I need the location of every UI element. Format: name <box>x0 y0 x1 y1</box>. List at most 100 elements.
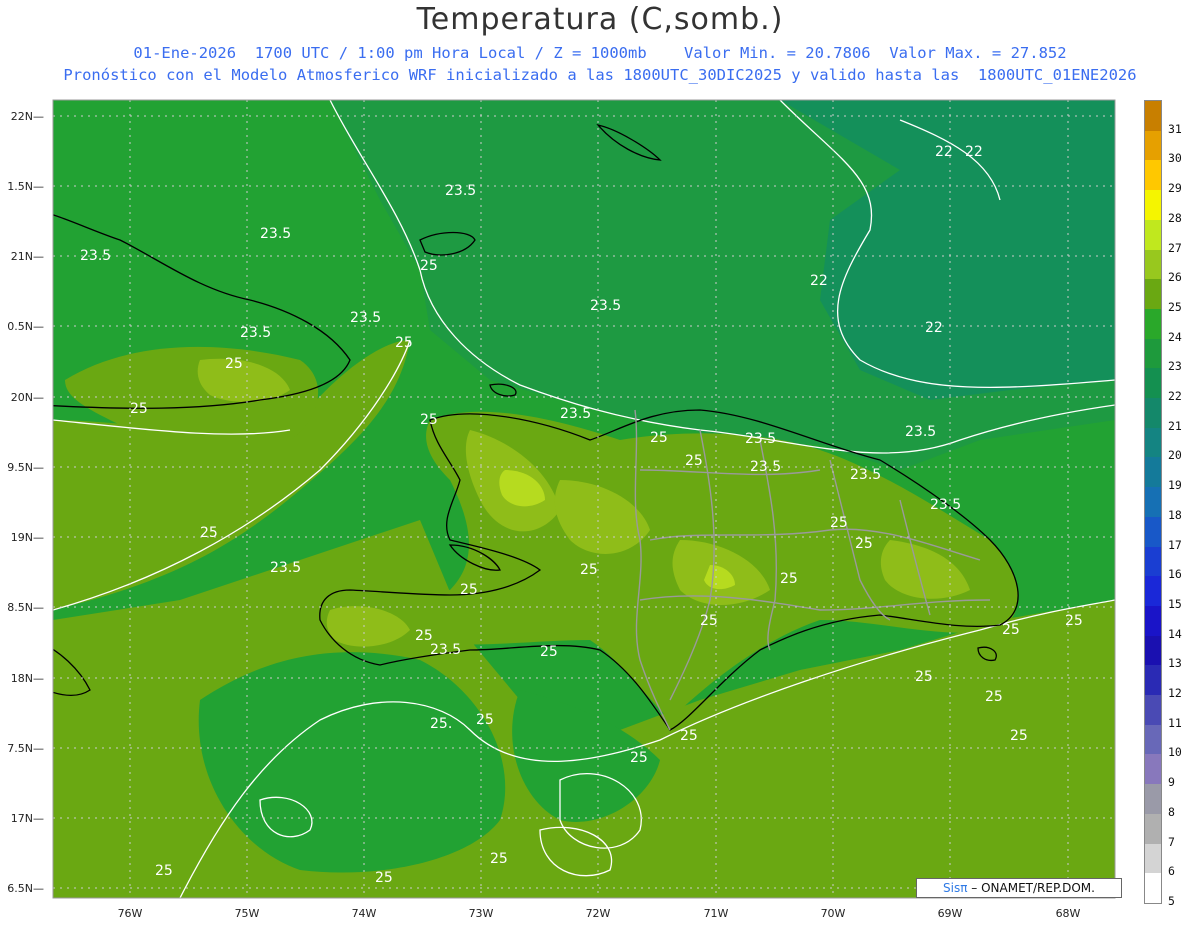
colorbar-cell <box>1145 784 1161 815</box>
contour-label: 25 <box>1065 613 1083 629</box>
contour-label: 23.5 <box>930 497 961 513</box>
contour-label: 22 <box>935 144 953 160</box>
colorbar-cell <box>1145 576 1161 607</box>
colorbar-cell <box>1145 160 1161 191</box>
contour-label: 25 <box>225 356 243 372</box>
contour-label: 23.5 <box>80 248 111 264</box>
lon-label: 73W <box>469 907 494 920</box>
contour-label: 25 <box>1002 622 1020 638</box>
credit-box: Sisπ – ONAMET/REP.DOM. <box>916 878 1122 898</box>
colorbar-label: 5 <box>1168 894 1175 908</box>
contour-label: 25 <box>155 863 173 879</box>
lat-label: 7.5N— <box>7 742 44 755</box>
lat-label: 18N— <box>11 672 44 685</box>
colorbar-label: 24 <box>1168 329 1182 344</box>
contour-label: 25 <box>490 851 508 867</box>
colorbar-label: 18 <box>1168 507 1182 522</box>
colorbar-cell <box>1145 695 1161 726</box>
contour-label: 25 <box>700 613 718 629</box>
contour-label: 25 <box>395 335 413 351</box>
colorbar-label: 26 <box>1168 270 1182 285</box>
contour-label: 25 <box>375 870 393 886</box>
contour-label: 23.5 <box>260 226 291 242</box>
colorbar-label: 22 <box>1168 389 1182 404</box>
lat-label: 20N— <box>11 391 44 404</box>
contour-label: 25. <box>430 716 452 732</box>
lon-label: 68W <box>1056 907 1081 920</box>
lat-label: 1.5N— <box>7 180 44 193</box>
contour-label: 25 <box>130 401 148 417</box>
contour-label: 25 <box>650 430 668 446</box>
contour-label: 23.5 <box>240 325 271 341</box>
lat-label: 9.5N— <box>7 461 44 474</box>
colorbar-label: 13 <box>1168 656 1182 671</box>
colorbar-cell <box>1145 368 1161 399</box>
colorbar-cell <box>1145 843 1161 874</box>
contour-label: 23.5 <box>850 467 881 483</box>
longitude-labels: 76W 75W 74W 73W 72W 71W 70W 69W 68W <box>118 907 1081 920</box>
colorbar-cell <box>1145 665 1161 696</box>
colorbar-label: 31 <box>1168 121 1182 136</box>
lat-label: 21N— <box>11 250 44 263</box>
latitude-labels: 22N— 1.5N— 21N— 0.5N— 20N— 9.5N— 19N— 8.5N— 18N—… <box>7 110 44 895</box>
colorbar-cell <box>1145 724 1161 755</box>
colorbar-label: 29 <box>1168 181 1182 196</box>
colorbar-cell <box>1145 605 1161 637</box>
colorbar-label: 17 <box>1168 537 1182 552</box>
colorbar-label: 7 <box>1168 834 1175 849</box>
contour-label: 22 <box>965 144 983 160</box>
contour-label: 25 <box>476 712 494 728</box>
contour-label: 25 <box>915 669 933 685</box>
map-panel: 76W 75W 74W 73W 72W 71W 70W 69W 68W 22N— 1.5N— 21N… <box>7 99 1116 920</box>
colorbar-cell <box>1145 338 1161 369</box>
colorbar-label: 27 <box>1168 240 1182 255</box>
contour-label: 22 <box>810 273 828 289</box>
lon-label: 76W <box>118 907 143 920</box>
contour-label: 25 <box>780 571 798 587</box>
colorbar-cell <box>1145 249 1161 280</box>
contour-label: 25 <box>420 412 438 428</box>
colorbar-label: 8 <box>1168 804 1175 819</box>
contour-label: 25 <box>420 258 438 274</box>
lon-label: 70W <box>821 907 846 920</box>
colorbar-cell <box>1145 457 1161 488</box>
colorbar-label: 25 <box>1168 299 1182 314</box>
contour-label: 25 <box>630 750 648 766</box>
colorbar <box>1144 100 1162 904</box>
contour-label: 25 <box>200 525 218 541</box>
contour-label: 25 <box>460 582 478 598</box>
lon-label: 75W <box>235 907 260 920</box>
colorbar-label: 6 <box>1168 864 1175 879</box>
contour-label: 22 <box>925 320 943 336</box>
colorbar-label: 9 <box>1168 775 1175 790</box>
contour-label: 25 <box>1010 728 1028 744</box>
colorbar-cell <box>1145 546 1161 577</box>
colorbar-label: 19 <box>1168 478 1182 493</box>
lat-label: 8.5N— <box>7 601 44 614</box>
colorbar-cell <box>1145 813 1161 845</box>
contour-label: 23.5 <box>350 310 381 326</box>
contour-label: 23.5 <box>750 459 781 475</box>
credit-text: – ONAMET/REP.DOM. <box>967 881 1095 895</box>
colorbar-cell <box>1145 130 1161 161</box>
lat-label: 0.5N— <box>7 320 44 333</box>
contour-label: 23.5 <box>445 183 476 199</box>
colorbar-cell <box>1145 427 1161 458</box>
contour-label: 25 <box>415 628 433 644</box>
contour-label: 23.5 <box>430 642 461 658</box>
lon-label: 74W <box>352 907 377 920</box>
colorbar-cell <box>1145 101 1161 132</box>
colorbar-cell <box>1145 190 1161 221</box>
contour-label: 23.5 <box>745 431 776 447</box>
contour-label: 23.5 <box>905 424 936 440</box>
colorbar-label: 21 <box>1168 418 1182 433</box>
colorbar-cell <box>1145 754 1161 785</box>
lat-label: 6.5N— <box>7 882 44 895</box>
contour-label: 23.5 <box>270 560 301 576</box>
contour-label: 23.5 <box>560 406 591 422</box>
colorbar-label: 30 <box>1168 151 1182 166</box>
contour-label: 25 <box>680 728 698 744</box>
lat-label: 22N— <box>11 110 44 123</box>
colorbar-label: 12 <box>1168 686 1182 701</box>
colorbar-cell <box>1145 398 1161 429</box>
